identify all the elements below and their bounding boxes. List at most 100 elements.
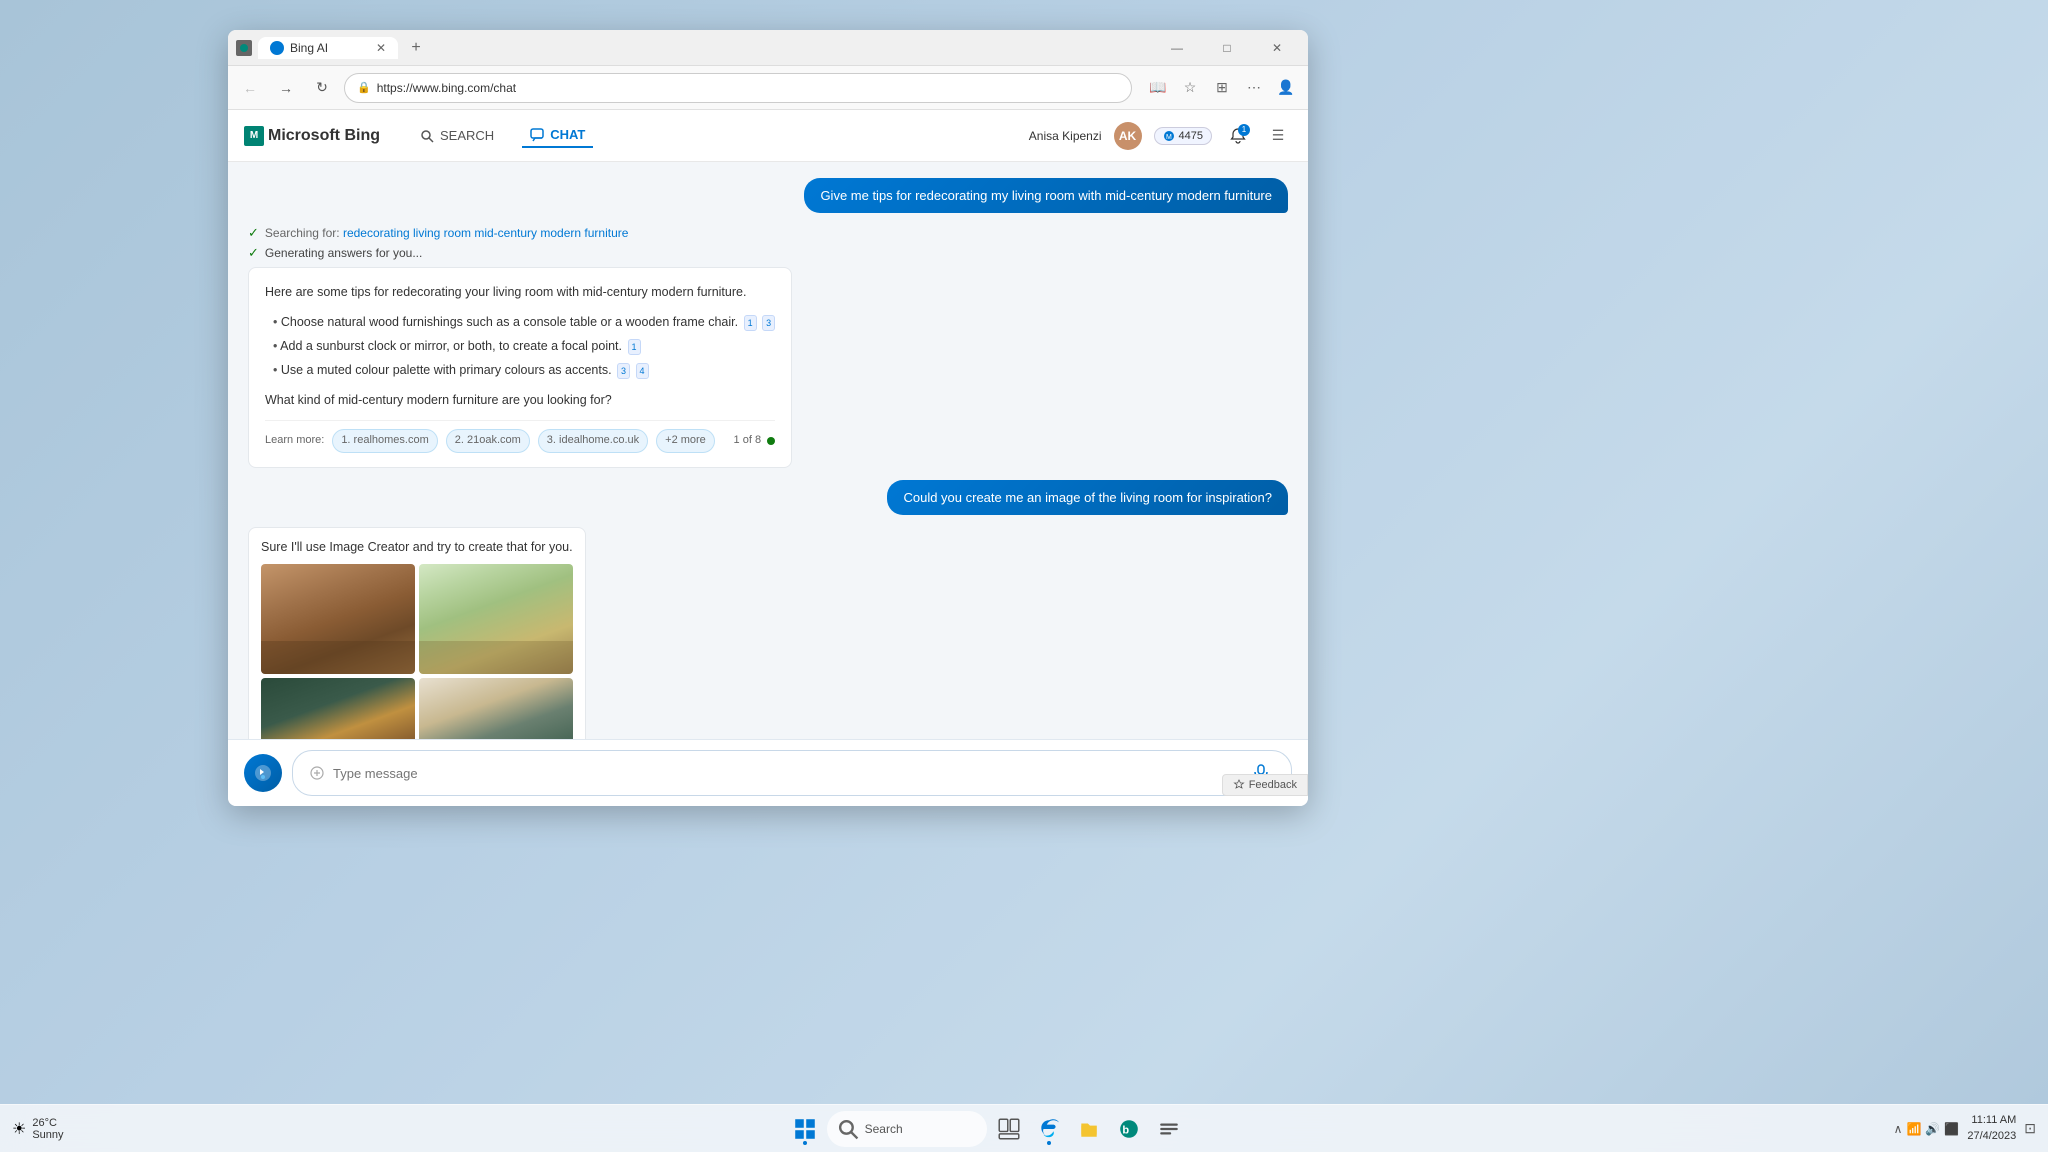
user-message-2-text: Could you create me an image of the livi… [903,490,1272,505]
living-room-image-3[interactable] [261,678,415,739]
volume-icon[interactable]: 🔊 [1925,1122,1940,1136]
menu-icon[interactable]: ☰ [1264,122,1292,150]
edge-browser-button[interactable] [1031,1111,1067,1147]
tab-close-button[interactable]: ✕ [376,41,386,55]
searching-label: Searching for: redecorating living room … [265,226,629,240]
chat-nav-label: CHAT [550,127,585,142]
citation-3[interactable]: 1 [628,339,641,355]
close-button[interactable]: ✕ [1254,32,1300,64]
citation-5[interactable]: 4 [636,363,649,379]
count-text: 1 of 8 [734,432,762,450]
tab-label: Bing AI [290,41,328,55]
points-value: 4475 [1179,130,1203,142]
response-question: What kind of mid-century modern furnitur… [265,390,775,410]
new-tab-button[interactable]: + [404,36,428,60]
browser-tab-bing[interactable]: Bing AI ✕ [258,37,398,59]
citation-2[interactable]: 3 [762,315,775,331]
svg-text:M: M [1166,134,1172,141]
learn-link-1[interactable]: 1. realhomes.com [332,429,437,453]
bot-searching-area: ✓ Searching for: redecorating living roo… [248,225,792,468]
url-input[interactable]: 🔒 https://www.bing.com/chat [344,73,1132,103]
searching-indicator: ✓ Searching for: redecorating living roo… [248,225,792,261]
show-desktop-button[interactable]: ⊡ [2024,1120,2036,1137]
window-controls: — □ ✕ [1154,32,1300,64]
chevron-up-icon[interactable]: ∧ [1894,1122,1903,1136]
bing-logo-text: Microsoft Bing [268,127,380,145]
learn-link-more[interactable]: +2 more [656,429,715,453]
bullet-1: Choose natural wood furnishings such as … [273,310,775,334]
browser-window: Bing AI ✕ + — □ ✕ ← → ↻ 🔒 https://www.bi… [228,30,1308,806]
search-icon [420,129,434,143]
network-icon[interactable]: 📶 [1906,1122,1921,1136]
task-view-icon [998,1118,1020,1140]
favorites-icon[interactable]: ☆ [1176,74,1204,102]
back-button[interactable]: ← [236,74,264,102]
bot-response-box: Here are some tips for redecorating your… [248,267,792,468]
notification-count: 1 [1238,124,1250,136]
address-bar: ← → ↻ 🔒 https://www.bing.com/chat 📖 ☆ ⊞ … [228,66,1308,110]
nav-search-link[interactable]: SEARCH [412,124,502,147]
taskbar-right: ∧ 📶 🔊 ⬛ 11:11 AM 27/4/2023 ⊡ [1894,1113,2036,1144]
forward-button[interactable]: → [272,74,300,102]
type-icon [309,765,325,781]
refresh-button[interactable]: ↻ [308,74,336,102]
message-input[interactable] [333,766,1239,781]
citation-1[interactable]: 1 [744,315,757,331]
taskbar-left: ☀ 26°C Sunny [12,1117,80,1141]
living-room-image-4[interactable] [419,678,573,739]
bullet-3: Use a muted colour palette with primary … [273,358,775,382]
bing-taskbar-button[interactable]: b [1111,1111,1147,1147]
check-icon-2: ✓ [248,245,259,261]
citation-4[interactable]: 3 [617,363,630,379]
bing-logo: M Microsoft Bing [244,126,380,146]
learn-link-2[interactable]: 2. 21oak.com [446,429,530,453]
searching-item: ✓ Searching for: redecorating living roo… [248,225,792,241]
minimize-button[interactable]: — [1154,32,1200,64]
bing-nav: M Microsoft Bing SEARCH CHAT Anisa Kipen… [228,110,1308,162]
app-icon [1158,1118,1180,1140]
bing-favicon [236,40,252,56]
taskbar-search-button[interactable]: Search [827,1111,987,1147]
taskbar-center: Search [80,1111,1894,1147]
image-grid [261,564,573,739]
weather-temp: 26°C [32,1117,63,1129]
living-room-image-2[interactable] [419,564,573,674]
feedback-label: Feedback [1249,779,1297,791]
svg-text:b: b [1122,1124,1129,1136]
searching-query: redecorating living room mid-century mod… [343,226,628,240]
taskbar-clock[interactable]: 11:11 AM 27/4/2023 [1967,1113,2016,1144]
more-icon[interactable]: ⋯ [1240,74,1268,102]
learn-more-label: Learn more: [265,432,324,450]
collections-icon[interactable]: ⊞ [1208,74,1236,102]
bing-mode-button[interactable] [244,754,282,792]
reader-icon[interactable]: 📖 [1144,74,1172,102]
start-button[interactable] [787,1111,823,1147]
user-message-1: Give me tips for redecorating my living … [804,178,1288,213]
tab-bing-icon [270,41,284,55]
edge-icon [1038,1118,1060,1140]
desktop: Bing AI ✕ + — □ ✕ ← → ↻ 🔒 https://www.bi… [0,0,2048,1152]
feedback-button[interactable]: Feedback [1222,774,1308,796]
more-apps-button[interactable] [1151,1111,1187,1147]
user-message-2: Could you create me an image of the livi… [887,480,1288,515]
task-view-button[interactable] [991,1111,1027,1147]
system-icons: ∧ 📶 🔊 ⬛ [1894,1122,1960,1136]
browser-titlebar: Bing AI ✕ + — □ ✕ [228,30,1308,66]
response-bullets: Choose natural wood furnishings such as … [265,310,775,382]
check-icon-1: ✓ [248,225,259,241]
file-explorer-button[interactable] [1071,1111,1107,1147]
user-avatar[interactable]: AK [1114,122,1142,150]
profile-icon[interactable]: 👤 [1272,74,1300,102]
maximize-button[interactable]: □ [1204,32,1250,64]
battery-icon: ⬛ [1944,1122,1959,1136]
living-room-image-1[interactable] [261,564,415,674]
learn-link-3[interactable]: 3. idealhome.co.uk [538,429,648,453]
taskbar-time-text: 11:11 AM [1967,1113,2016,1128]
message-input-wrapper [292,750,1292,796]
nav-chat-link[interactable]: CHAT [522,123,593,148]
bing-taskbar-icon: b [1118,1118,1140,1140]
notification-button[interactable]: 1 [1224,122,1252,150]
nav-right: Anisa Kipenzi AK M 4475 1 ☰ [1029,122,1292,150]
response-count: 1 of 8 [734,432,776,450]
file-explorer-icon [1078,1118,1100,1140]
